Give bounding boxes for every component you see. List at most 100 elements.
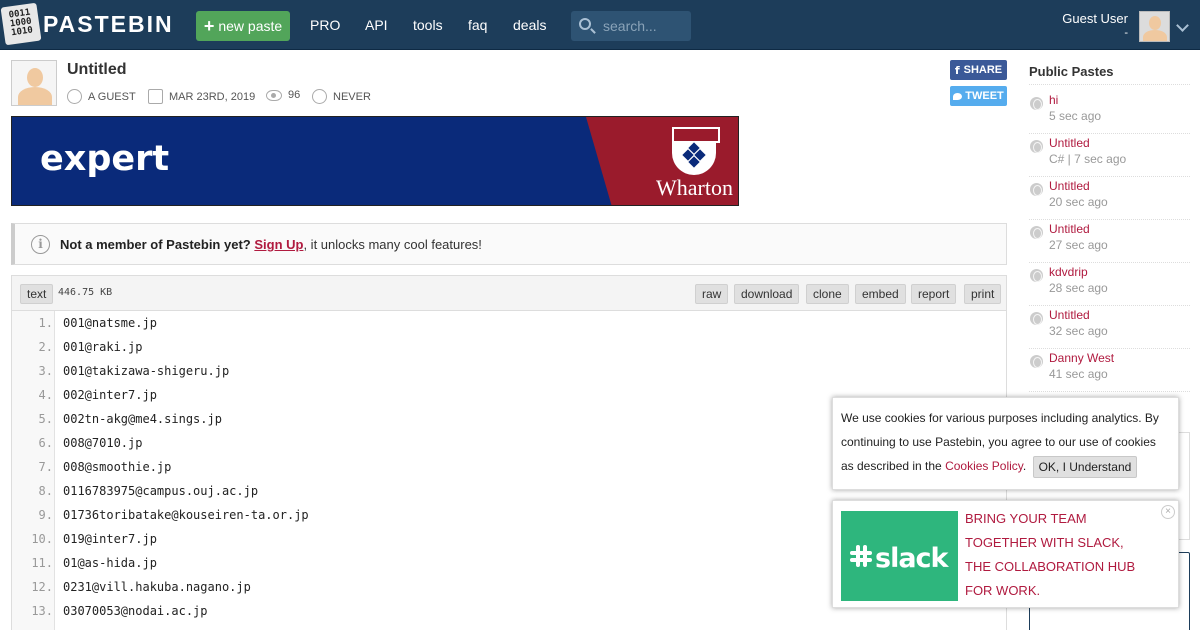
facebook-icon: f <box>954 63 960 77</box>
clone-button[interactable]: clone <box>806 284 849 304</box>
code-toolbar: text 446.75 KB raw download clone embed … <box>12 276 1006 311</box>
pastebin-logo-icon[interactable]: 0011 1000 1010 <box>0 2 42 46</box>
embed-button[interactable]: embed <box>855 284 906 304</box>
paste-views: 96 <box>266 89 300 101</box>
public-paste-item[interactable]: hi 5 sec ago <box>1029 93 1190 129</box>
cookie-consent-popup: We use cookies for various purposes incl… <box>832 397 1179 490</box>
public-paste-title[interactable]: Untitled <box>1049 308 1090 322</box>
notice-rest: , it unlocks many cool features! <box>303 237 482 252</box>
line-text: 0116783975@campus.ouj.ac.jp <box>63 484 259 498</box>
nav-link-deals[interactable]: deals <box>513 17 546 33</box>
new-paste-button[interactable]: + new paste <box>196 11 290 41</box>
line-text: 008@smoothie.jp <box>63 460 172 474</box>
close-icon[interactable]: × <box>1161 505 1175 519</box>
line-number: 12. <box>31 580 53 594</box>
line-text: 001@raki.jp <box>63 340 143 354</box>
line-number: 13. <box>31 604 53 618</box>
line-number: 4. <box>38 388 53 402</box>
public-paste-item[interactable]: Untitled 27 sec ago <box>1029 222 1190 258</box>
public-pastes-heading: Public Pastes <box>1029 64 1114 79</box>
public-paste-title[interactable]: hi <box>1049 93 1058 107</box>
divider <box>1029 219 1190 220</box>
public-paste-meta: 27 sec ago <box>1049 238 1108 252</box>
author-name: A GUEST <box>88 90 136 103</box>
views-value: 96 <box>288 89 301 101</box>
nav-link-pro[interactable]: PRO <box>310 17 340 33</box>
public-paste-title[interactable]: Untitled <box>1049 179 1090 193</box>
public-paste-title[interactable]: Untitled <box>1049 136 1090 150</box>
search-icon[interactable] <box>579 18 591 30</box>
notice-text: Not a member of Pastebin yet? Sign Up, i… <box>60 237 482 252</box>
paste-title: Untitled <box>67 61 127 78</box>
public-paste-item[interactable]: kdvdrip 28 sec ago <box>1029 265 1190 301</box>
paste-date: MAR 23RD, 2019 <box>148 89 255 104</box>
nav-link-faq[interactable]: faq <box>468 17 487 33</box>
public-paste-item[interactable]: Untitled 32 sec ago <box>1029 308 1190 344</box>
notice-lead: Not a member of Pastebin yet? <box>60 237 251 252</box>
line-text: 019@inter7.jp <box>63 532 157 546</box>
globe-icon <box>1030 355 1043 368</box>
search-input[interactable] <box>603 11 689 41</box>
line-number: 3. <box>38 364 53 378</box>
globe-icon <box>1030 97 1043 110</box>
public-paste-title[interactable]: kdvdrip <box>1049 265 1088 279</box>
public-paste-meta: 5 sec ago <box>1049 109 1102 123</box>
share-label: SHARE <box>963 64 1003 76</box>
author-avatar <box>11 60 57 106</box>
code-line: 1. 001@natsme.jp <box>12 311 1006 335</box>
ad-brand-name: Wharton <box>656 175 733 200</box>
line-text: 01@as-hida.jp <box>63 556 157 570</box>
divider <box>1029 305 1190 306</box>
code-line: 2. 001@raki.jp <box>12 335 1006 359</box>
user-menu[interactable]: Guest User - <box>1062 11 1128 39</box>
cookie-accept-button[interactable]: OK, I Understand <box>1032 455 1138 478</box>
globe-icon <box>1030 183 1043 196</box>
line-number: 9. <box>38 508 53 522</box>
new-paste-label: new paste <box>218 18 283 34</box>
public-paste-item[interactable]: Danny West 41 sec ago <box>1029 351 1190 387</box>
report-button[interactable]: report <box>911 284 957 304</box>
line-number: 11. <box>31 556 53 570</box>
wharton-ad-banner[interactable]: expert Wharton <box>11 116 739 206</box>
brand-name[interactable]: PASTEBIN <box>43 11 174 38</box>
nav-link-api[interactable]: API <box>365 17 388 33</box>
line-text: 03070053@nodai.ac.jp <box>63 604 208 618</box>
info-icon: i <box>31 235 50 254</box>
signup-link[interactable]: Sign Up <box>254 237 303 252</box>
line-number: 1. <box>38 316 53 330</box>
user-subtext: - <box>1124 27 1128 39</box>
line-text: 002tn-akg@me4.sings.jp <box>63 412 222 426</box>
public-paste-item[interactable]: Untitled 20 sec ago <box>1029 179 1190 215</box>
line-text: 008@7010.jp <box>63 436 143 450</box>
user-avatar[interactable] <box>1139 11 1170 42</box>
slack-ad-message[interactable]: BRING YOUR TEAM TOGETHER WITH SLACK, THE… <box>965 507 1145 603</box>
ad-headline: expert <box>40 139 170 179</box>
line-number: 7. <box>38 460 53 474</box>
globe-icon <box>1030 269 1043 282</box>
cookie-period: . <box>1022 459 1027 473</box>
public-paste-title[interactable]: Untitled <box>1049 222 1090 236</box>
slack-ad-popup[interactable]: slack BRING YOUR TEAM TOGETHER WITH SLAC… <box>832 500 1179 608</box>
date-value: MAR 23RD, 2019 <box>169 90 256 103</box>
divider <box>1029 176 1190 177</box>
public-paste-item[interactable]: Untitled C# | 7 sec ago <box>1029 136 1190 172</box>
eye-icon <box>266 89 282 101</box>
cookies-policy-link[interactable]: Cookies Policy <box>945 459 1023 473</box>
facebook-share-button[interactable]: f SHARE <box>950 60 1007 80</box>
raw-button[interactable]: raw <box>695 284 729 304</box>
public-paste-meta: 41 sec ago <box>1049 367 1108 381</box>
line-text: 001@takizawa-shigeru.jp <box>63 364 230 378</box>
line-text: 0231@vill.hakuba.nagano.jp <box>63 580 251 594</box>
syntax-badge[interactable]: text <box>20 284 54 304</box>
line-number: 5. <box>38 412 53 426</box>
chevron-down-icon[interactable] <box>1176 19 1189 32</box>
twitter-tweet-button[interactable]: TWEET <box>950 86 1007 106</box>
user-name: Guest User <box>1062 11 1128 26</box>
tweet-label: TWEET <box>965 90 1004 102</box>
print-button[interactable]: print <box>964 284 1002 304</box>
public-paste-meta: 28 sec ago <box>1049 281 1108 295</box>
plus-icon: + <box>203 16 215 36</box>
download-button[interactable]: download <box>734 284 800 304</box>
public-paste-title[interactable]: Danny West <box>1049 351 1114 365</box>
nav-link-tools[interactable]: tools <box>413 17 443 33</box>
